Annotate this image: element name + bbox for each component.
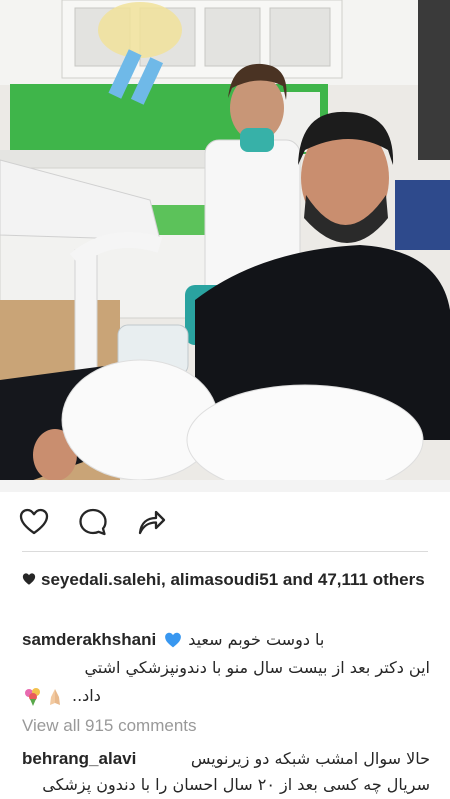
post-action-bar <box>0 492 450 550</box>
post-photo[interactable] <box>0 0 450 492</box>
caption-line-3: داد.. <box>72 686 101 705</box>
post-caption: samderakhshani با دوست خوبم سعید این دکت… <box>22 626 430 710</box>
bouquet-emoji-icon <box>25 687 40 706</box>
liked-by-users[interactable]: seyedali.salehi, alimasoudi51 <box>41 570 278 589</box>
comment-item: behrang_alavi حالا سوال امشب شبکه دو زیر… <box>22 746 430 798</box>
caption-username[interactable]: samderakhshani <box>22 626 156 654</box>
divider <box>22 551 428 552</box>
share-arrow-icon <box>138 510 166 535</box>
likes-suffix: others <box>367 570 425 589</box>
comment-line-2: سریال چه کسی بعد از ۲۰ سال احسان را با د… <box>42 775 430 794</box>
likes-connector: and <box>278 570 318 589</box>
caption-line-3-row: داد.. <box>22 682 430 710</box>
likes-summary[interactable]: seyedali.salehi, alimasoudi51 and 47,111… <box>22 568 432 592</box>
heart-outline-icon <box>19 508 49 535</box>
comment-line-1: حالا سوال امشب شبکه دو زیرنویس <box>190 749 430 768</box>
heart-filled-icon <box>22 573 36 585</box>
comment-button[interactable] <box>76 505 110 539</box>
caption-line-2: این دکتر بعد از بیست سال منو با دندونپزش… <box>84 658 430 677</box>
folded-hands-emoji-icon <box>50 688 60 705</box>
caption-line-1: با دوست خوبم سعید <box>188 630 325 649</box>
comment-username[interactable]: behrang_alavi <box>22 746 136 772</box>
photo-illustration <box>0 0 450 492</box>
comment-bubble-icon <box>79 508 107 536</box>
like-button[interactable] <box>17 505 51 539</box>
likes-count[interactable]: 47,111 <box>318 570 368 589</box>
view-all-comments-link[interactable]: View all 915 comments <box>22 716 197 736</box>
share-button[interactable] <box>134 505 168 539</box>
blue-heart-icon <box>165 632 182 648</box>
